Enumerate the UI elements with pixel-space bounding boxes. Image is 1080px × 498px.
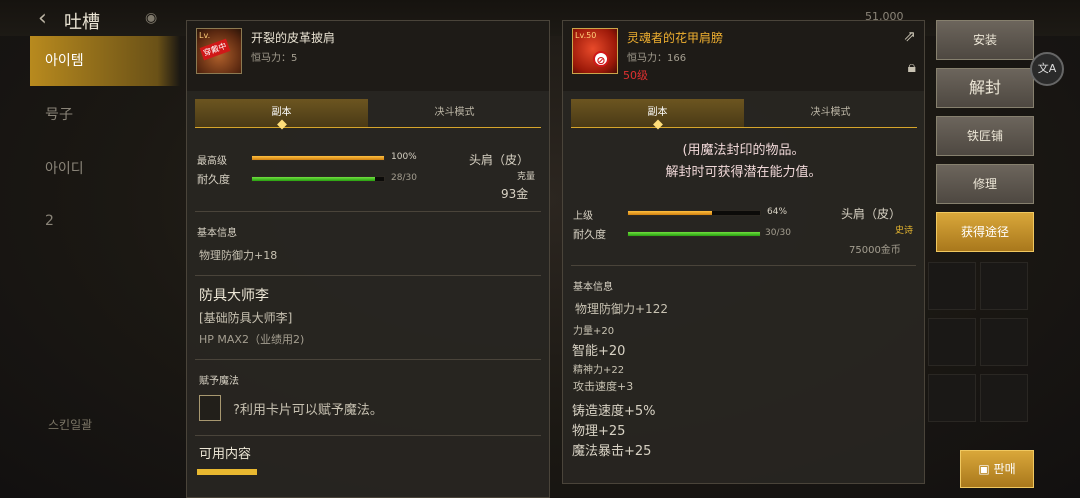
inventory-slot[interactable] bbox=[980, 262, 1028, 310]
active-tab-marker bbox=[652, 119, 663, 130]
mode-tabs: 副本 决斗模式 bbox=[571, 99, 917, 130]
stat-phys-def: 物理防御力+18 bbox=[199, 249, 278, 262]
item-header: Lv.50 ⊘ 灵魂者的花甲肩膀 恒马力：166 50级 ⇗ 🔒︎ bbox=[563, 21, 924, 91]
item-name: 开裂的皮革披肩 bbox=[251, 31, 336, 45]
sealed-notice-line2: 解封时可获得潜在能力值。 bbox=[665, 165, 822, 180]
blacksmith-button[interactable]: 铁匠铺 bbox=[936, 116, 1034, 156]
durability-value: 30/30 bbox=[765, 228, 791, 238]
tab-duel[interactable]: 决斗模式 bbox=[744, 99, 917, 127]
item-price: 93金 bbox=[501, 187, 529, 201]
item-icon: Lv. 穿戴中 bbox=[196, 28, 242, 74]
durability-value: 28/30 bbox=[391, 173, 417, 183]
eye-icon[interactable]: ◉ bbox=[145, 10, 157, 26]
stat-magic-crit: 魔法暴击+25 bbox=[572, 444, 652, 459]
nav-item-4[interactable]: 2 bbox=[30, 196, 180, 246]
install-button[interactable]: 安装 bbox=[936, 20, 1034, 60]
card-slot[interactable] bbox=[199, 395, 221, 421]
item-level-tag: Lv.50 bbox=[575, 31, 597, 40]
inventory-slot[interactable] bbox=[980, 318, 1028, 366]
divider bbox=[571, 265, 916, 266]
grade-percent: 100% bbox=[391, 152, 417, 162]
share-icon[interactable]: ⇗ bbox=[903, 27, 916, 45]
no-entry-icon: ⊘ bbox=[593, 51, 609, 67]
stat-forge-speed: 铸造速度+5% bbox=[572, 404, 656, 419]
divider bbox=[195, 359, 541, 360]
basic-info-label: 基本信息 bbox=[197, 228, 237, 239]
enchant-label: 赋予魔法 bbox=[199, 376, 239, 387]
npc-subtitle: [基础防具大师李] bbox=[199, 311, 293, 325]
mode-tabs: 副本 决斗模式 bbox=[195, 99, 541, 130]
grade-bar bbox=[627, 210, 761, 216]
durability-label: 耐久度 bbox=[573, 228, 606, 241]
page-title: 吐槽 bbox=[64, 12, 100, 33]
hp-line: HP MAX2（业绩用2) bbox=[199, 333, 305, 346]
obtain-route-button[interactable]: 获得途径 bbox=[936, 212, 1034, 252]
nav-item-3[interactable]: 아이디 bbox=[30, 144, 180, 194]
sealed-notice-line1: (用魔法封印的物品。 bbox=[682, 143, 805, 158]
item-constancy: 恒马力：166 bbox=[627, 53, 687, 64]
grade-label: 上级 bbox=[573, 211, 593, 222]
inventory-slot[interactable] bbox=[928, 318, 976, 366]
item-price: 75000金币 bbox=[849, 245, 901, 256]
tab-dungeon[interactable]: 副本 bbox=[571, 99, 744, 130]
npc-name: 防具大师李 bbox=[199, 288, 269, 304]
divider bbox=[195, 211, 541, 212]
item-header: Lv. 穿戴中 开裂的皮革披肩 恒马力：5 bbox=[187, 21, 549, 91]
item-icon: Lv.50 ⊘ bbox=[572, 28, 618, 74]
stat-spirit: 精神力+22 bbox=[573, 365, 625, 376]
inventory-slot[interactable] bbox=[928, 262, 976, 310]
durability-bar bbox=[627, 231, 761, 237]
inventory-slot[interactable] bbox=[980, 374, 1028, 422]
equipped-stamp: 穿戴中 bbox=[199, 38, 231, 61]
nav-bottom-label[interactable]: 스킨일괄 bbox=[48, 416, 92, 433]
basic-info-label: 基本信息 bbox=[573, 282, 613, 293]
nav-item-1[interactable]: 아이템 bbox=[30, 36, 180, 86]
item-constancy: 恒马力：5 bbox=[251, 53, 298, 64]
compare-item-panel: Lv.50 ⊘ 灵魂者的花甲肩膀 恒马力：166 50级 ⇗ 🔒︎ 副本 决斗模… bbox=[562, 20, 925, 484]
stat-physical: 物理+25 bbox=[572, 424, 626, 439]
nav-item-2[interactable]: 号子 bbox=[30, 90, 180, 140]
weight-label: 克量 bbox=[517, 172, 536, 182]
divider bbox=[195, 435, 541, 436]
back-arrow-icon[interactable]: ‹ bbox=[38, 6, 47, 31]
rarity-label: 史诗 bbox=[895, 226, 914, 236]
item-level-tag: Lv. bbox=[199, 31, 211, 40]
lock-icon[interactable]: 🔒︎ bbox=[907, 57, 916, 77]
slot-type: 头肩（皮） bbox=[469, 153, 530, 167]
enchant-description: ?利用卡片可以赋予魔法。 bbox=[233, 403, 383, 418]
active-tab-marker bbox=[276, 119, 287, 130]
slot-type: 头肩（皮） bbox=[841, 207, 902, 221]
grade-bar bbox=[251, 155, 385, 161]
stat-strength: 力量+20 bbox=[573, 326, 615, 337]
grade-percent: 64% bbox=[767, 207, 788, 217]
grade-label: 最高级 bbox=[197, 156, 227, 167]
repair-button[interactable]: 修理 bbox=[936, 164, 1034, 204]
inventory-slot[interactable] bbox=[928, 374, 976, 422]
stat-attack-speed: 攻击速度+3 bbox=[573, 380, 634, 393]
divider bbox=[195, 275, 541, 276]
item-name: 灵魂者的花甲肩膀 bbox=[627, 31, 724, 45]
available-content-label: 可用内容 bbox=[199, 447, 252, 462]
durability-bar bbox=[251, 176, 385, 182]
sell-button[interactable]: ▣ 판매 bbox=[960, 450, 1034, 488]
item-level: 50级 bbox=[623, 69, 648, 82]
tab-dungeon[interactable]: 副本 bbox=[195, 99, 368, 130]
tab-duel[interactable]: 决斗模式 bbox=[368, 99, 541, 127]
equipped-item-panel: Lv. 穿戴中 开裂的皮革披肩 恒马力：5 副本 决斗模式 最高级 100% 头… bbox=[186, 20, 550, 498]
stat-intelligence: 智能+20 bbox=[572, 344, 626, 359]
unseal-button[interactable]: 解封 bbox=[936, 68, 1034, 108]
language-icon[interactable]: 文A bbox=[1030, 52, 1064, 86]
stat-phys-def: 物理防御力+122 bbox=[575, 302, 668, 316]
content-indicator bbox=[197, 469, 257, 475]
coin-icon: ▣ bbox=[978, 462, 994, 476]
durability-label: 耐久度 bbox=[197, 173, 230, 186]
